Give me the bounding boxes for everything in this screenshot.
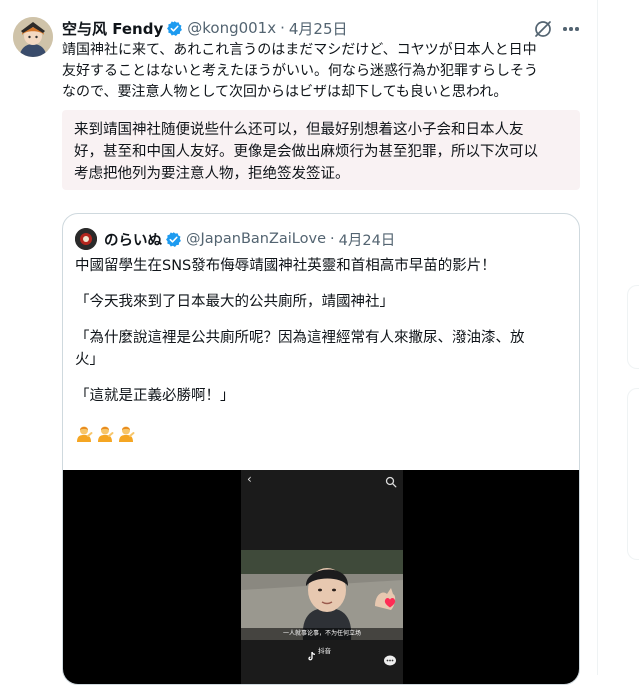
- video-caption-text: 一人就事论事，不为任何立场: [282, 630, 361, 637]
- separator-dot: ·: [280, 19, 285, 37]
- column-divider: [597, 0, 598, 675]
- back-arrow-icon: ‹: [247, 472, 252, 486]
- quoted-tweet[interactable]: のらいぬ @JapanBanZaiLove · 4月24日 中國留學生在SNS發…: [62, 213, 580, 685]
- quoted-text: 中國留學生在SNS發布侮辱靖國神社英靈和首相高市早苗的影片！ 「今天我來到了日本…: [75, 255, 565, 442]
- video-caption: 一人就事论事，不为任何立场: [241, 628, 403, 640]
- tweet-text-line: なので、要注意人物として次回からはビザは却下しても良いと思われ。: [62, 84, 508, 100]
- quoted-paragraph: 「今天我來到了日本最大的公共廁所，靖國神社」: [75, 294, 394, 310]
- author-handle[interactable]: @kong001x: [187, 19, 276, 37]
- grok-icon[interactable]: [533, 19, 553, 39]
- quoted-paragraph: 「為什麼說這裡是公共廁所呢？因為這裡經常有人來撒尿、潑油漆、放: [75, 330, 525, 346]
- author-avatar[interactable]: [13, 17, 53, 57]
- video-frame: [241, 550, 403, 640]
- phone-top-bar: ‹: [241, 470, 403, 488]
- translation-box: 来到靖国神社随便说些什么还可以，但最好别想着这小子会和日本人友 好，甚至和中国人…: [62, 110, 580, 190]
- tweet-text-line: 靖国神社に来て、あれこれ言うのはまだマシだけど、コヤツが日本人と日中: [62, 42, 537, 58]
- tiktok-watermark-icon: 抖音: [307, 646, 337, 661]
- translation-line: 好，甚至和中国人友好。更像是会做出麻烦行为甚至犯罪，所以下次可以: [74, 144, 538, 160]
- quoted-author-name[interactable]: のらいぬ: [104, 229, 162, 250]
- tweet-header: 空与风 Fendy @kong001x · 4月25日: [62, 17, 348, 39]
- video-player[interactable]: ‹ 一人就事论事，不为任何立场 抖音: [63, 470, 579, 684]
- emoji-row: [75, 424, 565, 442]
- quoted-paragraph: 火」: [75, 352, 104, 368]
- translation-line: 来到靖国神社随便说些什么还可以，但最好别想着这小子会和日本人友: [74, 122, 524, 138]
- sidebar-card-edge: [627, 285, 639, 369]
- tweet-text-line: 友好することはないと考えたほうがいい。何なら迷惑行為か犯罪すらしそう: [62, 63, 538, 79]
- quoted-author-handle[interactable]: @JapanBanZaiLove: [186, 231, 326, 247]
- tweet-text: 靖国神社に来て、あれこれ言うのはまだマシだけど、コヤツが日本人と日中 友好するこ…: [62, 40, 584, 103]
- translation-line: 考虑把他列为要注意人物，拒绝签发签证。: [74, 166, 350, 182]
- verified-badge-icon: [166, 20, 183, 37]
- quoted-header: のらいぬ @JapanBanZaiLove · 4月24日: [104, 227, 395, 251]
- quoted-author-avatar[interactable]: [75, 228, 97, 250]
- quoted-date[interactable]: 4月24日: [339, 229, 396, 250]
- verified-badge-icon: [165, 231, 182, 248]
- like-icon: [383, 594, 397, 608]
- video-watermark: 抖音: [318, 647, 331, 655]
- person-tipping-hand-icon: [117, 424, 135, 442]
- search-icon: [385, 473, 397, 488]
- quoted-paragraph: 中國留學生在SNS發布侮辱靖國神社英靈和首相高市早苗的影片！: [75, 258, 496, 274]
- person-tipping-hand-icon: [75, 424, 93, 442]
- tweet-date[interactable]: 4月25日: [289, 18, 348, 39]
- comment-icon: [383, 653, 397, 667]
- sidebar-card-edge: [627, 388, 639, 560]
- more-icon[interactable]: [560, 19, 582, 39]
- quoted-paragraph: 「這就是正義必勝啊！」: [75, 388, 235, 404]
- person-tipping-hand-icon: [96, 424, 114, 442]
- author-name[interactable]: 空与风 Fendy: [62, 18, 163, 39]
- separator-dot: ·: [330, 231, 335, 247]
- phone-recording: ‹ 一人就事论事，不为任何立场 抖音: [241, 470, 403, 684]
